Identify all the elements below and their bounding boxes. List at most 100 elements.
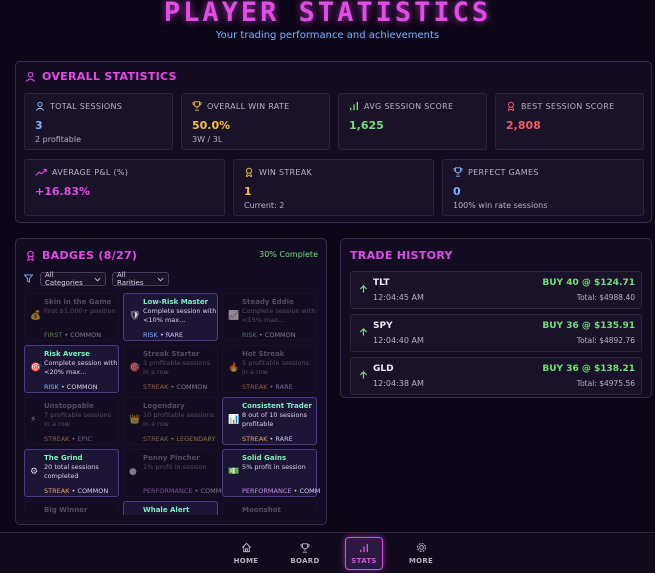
- badge-name: The Grind: [44, 454, 83, 462]
- trophy-icon: [453, 167, 463, 177]
- badge-icon: 🎯: [30, 363, 42, 373]
- trophy-icon: [300, 542, 310, 553]
- user-icon: [25, 71, 36, 82]
- badge-card[interactable]: 📊 Consistent Trader 8 out of 10 sessions…: [222, 397, 317, 445]
- nav-more[interactable]: MORE: [402, 537, 440, 570]
- badge-meta: STREAK • EPIC: [44, 435, 92, 443]
- badge-category: STREAK: [44, 487, 70, 495]
- badge-card[interactable]: ● Penny Pincher 1% profit in session PER…: [123, 449, 231, 497]
- badge-card[interactable]: 🎯 Streak Starter 3 profitable sessions i…: [123, 345, 218, 393]
- nav-board[interactable]: BOARD: [286, 537, 324, 570]
- badge-card[interactable]: 🔥 Hot Streak 5 profitable sessions in a …: [222, 345, 317, 393]
- trend-up-icon: [35, 167, 47, 177]
- category-filter-select[interactable]: All Categories: [40, 271, 106, 287]
- trade-action: BUY 40 @ $124.71: [542, 278, 635, 288]
- trade-history-heading: TRADE HISTORY: [350, 249, 453, 262]
- badge-rarity: RARE: [275, 383, 293, 391]
- badge-name: Unstoppable: [44, 402, 94, 410]
- trade-total: Total: $4975.56: [576, 379, 635, 388]
- badge-rarity: COMMON: [66, 383, 98, 391]
- badge-name: Solid Gains: [242, 454, 287, 462]
- stat-label: BEST SESSION SCORE: [506, 101, 615, 111]
- trade-symbol: TLT: [373, 278, 390, 288]
- badge-icon: 📊: [228, 415, 240, 425]
- badge-name: Whale Alert: [143, 506, 190, 514]
- badge-card[interactable]: 📈 Steady Eddie Complete session with <15…: [222, 293, 317, 341]
- stat-subtext: 2 profitable: [35, 135, 82, 144]
- badge-card[interactable]: Whale Alert: [123, 501, 218, 515]
- badge-category: PERFORMANCE: [143, 487, 193, 495]
- badge-description: Complete session with <15% max...: [242, 307, 316, 324]
- stat-value: 1: [244, 185, 252, 198]
- medal-icon: [244, 167, 254, 177]
- badge-description: Complete session with <10% max...: [143, 307, 217, 324]
- badge-category: RISK: [242, 331, 257, 339]
- badge-name: Skin in the Game: [44, 298, 112, 306]
- badge-description: 20 total sessions completed: [44, 463, 99, 480]
- badge-category: STREAK: [242, 435, 268, 443]
- stat-value: 1,625: [349, 119, 384, 132]
- rarity-filter-select[interactable]: All Rarities: [112, 271, 169, 287]
- badge-icon: ⚡: [30, 415, 37, 425]
- trade-total: Total: $4988.40: [576, 293, 635, 302]
- trade-row: TLT 12:04:45 AM BUY 40 @ $124.71 Total: …: [350, 271, 642, 309]
- user-icon: [35, 101, 45, 111]
- badge-card[interactable]: Big Winner: [24, 501, 119, 515]
- badge-description: First $1,000+ position: [44, 307, 116, 315]
- badges-progress: 30% Complete: [259, 250, 318, 259]
- badge-grid[interactable]: 💰 Skin in the Game First $1,000+ positio…: [24, 293, 320, 515]
- stat-label: AVG SESSION SCORE: [349, 101, 453, 111]
- filter-icon[interactable]: [24, 274, 33, 283]
- page-title: PLAYER STATISTICS: [163, 0, 492, 28]
- badge-card[interactable]: 💵 Solid Gains 5% profit in session PERFO…: [222, 449, 320, 497]
- badge-category: STREAK: [242, 383, 268, 391]
- badge-name: Risk Averse: [44, 350, 90, 358]
- stat-card-overall-win-rate: OVERALL WIN RATE 50.0% 3W / 3L: [181, 93, 330, 150]
- badge-card[interactable]: ⚡ Unstoppable 7 profitable sessions in a…: [24, 397, 119, 445]
- nav-stats[interactable]: STATS: [345, 537, 383, 570]
- stat-value: 0: [453, 185, 461, 198]
- badge-card[interactable]: Moonshot: [222, 501, 317, 515]
- stat-value: +16.83%: [35, 185, 91, 198]
- stat-label: TOTAL SESSIONS: [35, 101, 122, 111]
- badge-meta: PERFORMANCE • COMMON: [242, 487, 320, 495]
- badge-rarity: COMMON: [77, 487, 109, 495]
- badge-card[interactable]: 💰 Skin in the Game First $1,000+ positio…: [24, 293, 119, 341]
- stat-label: AVERAGE P&L (%): [35, 167, 128, 177]
- bottom-nav: HOME BOARD STATS MORE: [0, 532, 655, 573]
- arrow-up-icon: [359, 370, 368, 380]
- nav-home[interactable]: HOME: [227, 537, 265, 570]
- badge-icon: 🎯: [129, 363, 141, 373]
- badge-meta: RISK • COMMON: [242, 331, 296, 339]
- badge-card[interactable]: ⚙ The Grind 20 total sessions completed …: [24, 449, 119, 497]
- badge-meta: RISK • COMMON: [44, 383, 98, 391]
- stat-value: 50.0%: [192, 119, 231, 132]
- stat-card-perfect-games: PERFECT GAMES 0 100% win rate sessions: [442, 159, 644, 216]
- badge-icon: 👑: [129, 415, 141, 425]
- badge-name: Hot Streak: [242, 350, 285, 358]
- trade-symbol: GLD: [373, 364, 394, 374]
- badge-description: 8 out of 10 sessions profitable: [242, 411, 308, 428]
- badge-rarity: COMMON: [299, 487, 320, 495]
- badge-card[interactable]: 👑 Legendary 10 profitable sessions in a …: [123, 397, 218, 445]
- badge-name: Penny Pincher: [143, 454, 200, 462]
- trade-action: BUY 36 @ $138.21: [542, 364, 635, 374]
- stat-subtext: 3W / 3L: [192, 135, 223, 144]
- stat-label: PERFECT GAMES: [453, 167, 539, 177]
- badge-card[interactable]: 🛡 Low-Risk Master Complete session with …: [123, 293, 218, 341]
- badge-description: Complete session with <20% max...: [44, 359, 118, 376]
- badge-category: RISK: [44, 383, 59, 391]
- badge-description: 5 profitable sessions in a row: [242, 359, 309, 376]
- badge-rarity: COMMON: [176, 383, 208, 391]
- badge-category: STREAK: [143, 435, 169, 443]
- bar-chart-icon: [359, 543, 369, 553]
- badge-description: 3 profitable sessions in a row: [143, 359, 210, 376]
- badge-card[interactable]: 🎯 Risk Averse Complete session with <20%…: [24, 345, 119, 393]
- arrow-up-icon: [359, 284, 368, 294]
- stat-label: OVERALL WIN RATE: [192, 101, 289, 111]
- badge-icon: 📈: [228, 311, 240, 321]
- badge-rarity: COMMON: [264, 331, 296, 339]
- badge-icon: 💵: [228, 467, 240, 477]
- stat-card-total-sessions: TOTAL SESSIONS 3 2 profitable: [24, 93, 173, 150]
- badge-category: PERFORMANCE: [242, 487, 292, 495]
